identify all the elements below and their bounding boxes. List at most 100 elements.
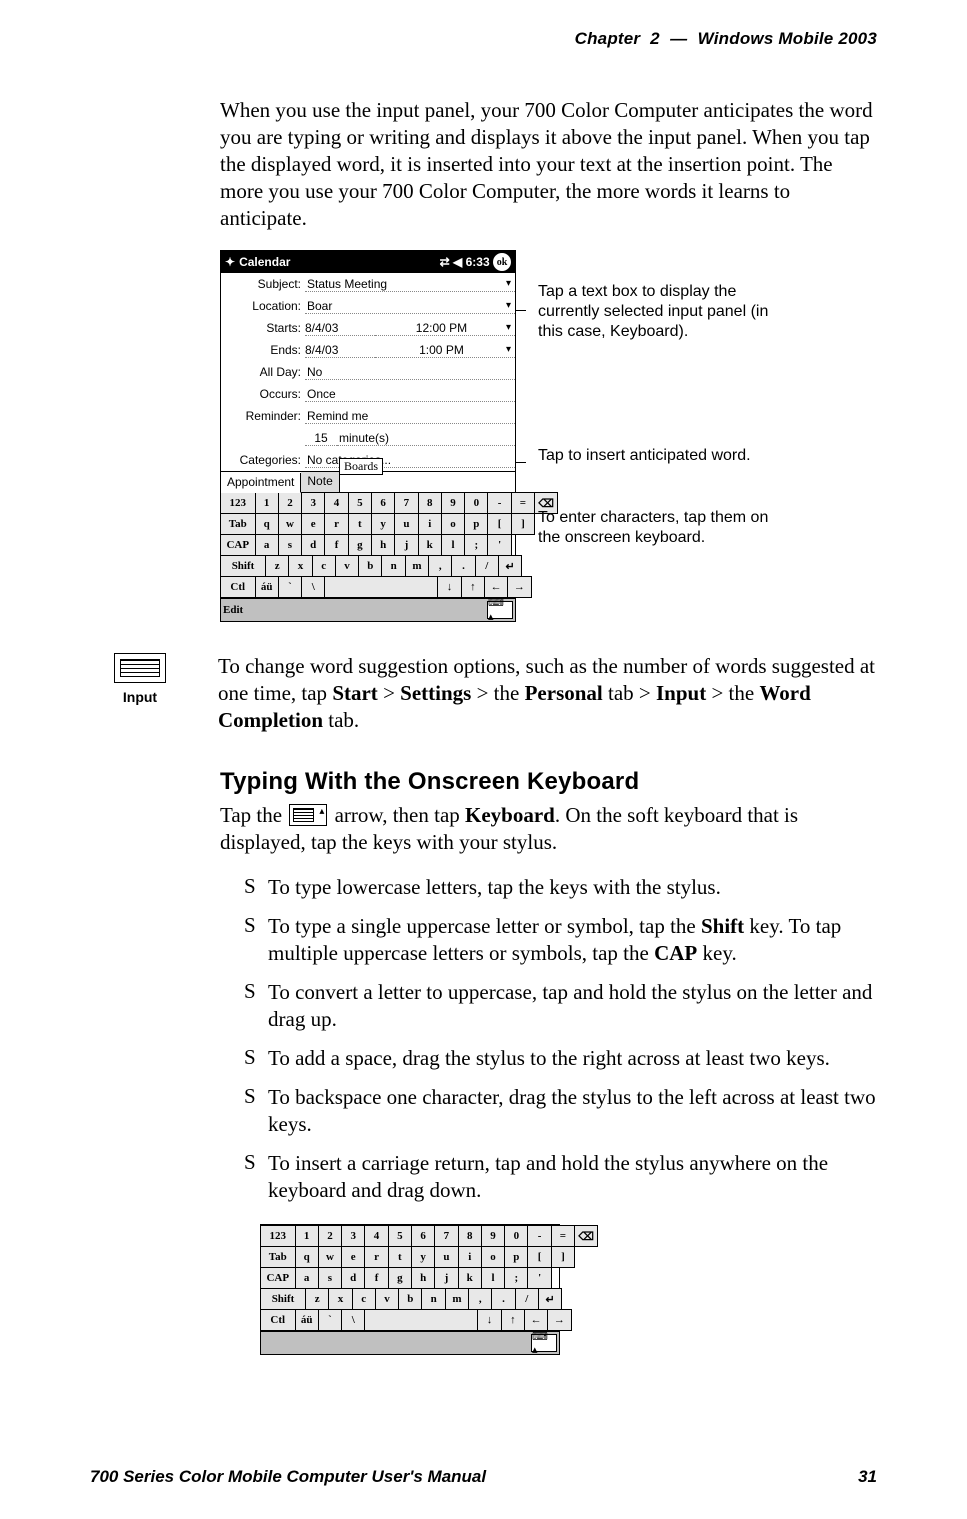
- key[interactable]: k: [458, 1267, 482, 1289]
- key[interactable]: ↓: [477, 1309, 501, 1331]
- speaker-icon[interactable]: ◀: [453, 255, 462, 269]
- key[interactable]: j: [434, 1267, 458, 1289]
- key[interactable]: q: [295, 1246, 319, 1268]
- key[interactable]: 2: [278, 492, 302, 514]
- key[interactable]: y: [371, 513, 395, 535]
- key[interactable]: h: [371, 534, 395, 556]
- key[interactable]: m: [405, 555, 429, 577]
- key[interactable]: i: [418, 513, 442, 535]
- key[interactable]: j: [394, 534, 418, 556]
- key[interactable]: e: [301, 513, 325, 535]
- key[interactable]: a: [255, 534, 279, 556]
- key[interactable]: \: [341, 1309, 365, 1331]
- key[interactable]: .: [491, 1288, 515, 1310]
- key[interactable]: Tab: [260, 1246, 296, 1268]
- key[interactable]: 3: [301, 492, 325, 514]
- key[interactable]: →: [547, 1309, 571, 1331]
- key[interactable]: y: [411, 1246, 435, 1268]
- key[interactable]: ,: [428, 555, 452, 577]
- key[interactable]: ': [527, 1267, 551, 1289]
- key[interactable]: Ctl: [260, 1309, 296, 1331]
- key[interactable]: l: [441, 534, 465, 556]
- key[interactable]: 7: [394, 492, 418, 514]
- key[interactable]: o: [441, 513, 465, 535]
- key[interactable]: 2: [318, 1225, 342, 1247]
- key[interactable]: x: [328, 1288, 352, 1310]
- key[interactable]: /: [515, 1288, 539, 1310]
- key[interactable]: z: [305, 1288, 329, 1310]
- key[interactable]: áü: [295, 1309, 319, 1331]
- key[interactable]: c: [352, 1288, 376, 1310]
- ends-date[interactable]: 8/4/03: [305, 343, 375, 358]
- key[interactable]: b: [398, 1288, 422, 1310]
- key[interactable]: u: [434, 1246, 458, 1268]
- key[interactable]: v: [335, 555, 359, 577]
- key[interactable]: áü: [255, 576, 279, 598]
- word-suggestion[interactable]: Boards: [339, 458, 383, 475]
- key[interactable]: p: [504, 1246, 528, 1268]
- key[interactable]: f: [364, 1267, 388, 1289]
- key[interactable]: 4: [324, 492, 348, 514]
- key[interactable]: b: [358, 555, 382, 577]
- key[interactable]: m: [445, 1288, 469, 1310]
- key[interactable]: ]: [511, 513, 535, 535]
- key[interactable]: 9: [441, 492, 465, 514]
- key[interactable]: Shift: [260, 1288, 306, 1310]
- key[interactable]: =: [551, 1225, 575, 1247]
- key[interactable]: CAP: [220, 534, 256, 556]
- key[interactable]: 3: [341, 1225, 365, 1247]
- starts-date[interactable]: 8/4/03: [305, 321, 375, 336]
- key[interactable]: ↓: [437, 576, 461, 598]
- key[interactable]: g: [388, 1267, 412, 1289]
- ends-time[interactable]: 1:00 PM: [375, 343, 515, 358]
- key[interactable]: ;: [504, 1267, 528, 1289]
- key[interactable]: s: [278, 534, 302, 556]
- onscreen-keyboard[interactable]: 1231234567890-=⌫Tabqwertyuiop[]CAPasdfgh…: [261, 1225, 559, 1354]
- key[interactable]: ⌫: [574, 1225, 598, 1247]
- key[interactable]: h: [411, 1267, 435, 1289]
- key[interactable]: .: [451, 555, 475, 577]
- ok-button[interactable]: ok: [493, 253, 511, 271]
- allday-field[interactable]: No: [305, 365, 515, 380]
- key[interactable]: 123: [220, 492, 256, 514]
- tab-appointment[interactable]: Appointment: [221, 473, 301, 493]
- key[interactable]: ]: [551, 1246, 575, 1268]
- key[interactable]: a: [295, 1267, 319, 1289]
- start-icon[interactable]: ✦: [225, 255, 235, 269]
- tab-note[interactable]: Note: [301, 472, 339, 492]
- key[interactable]: ↵: [498, 555, 522, 577]
- key[interactable]: Ctl: [220, 576, 256, 598]
- key[interactable]: n: [381, 555, 405, 577]
- key[interactable]: 5: [388, 1225, 412, 1247]
- key[interactable]: c: [312, 555, 336, 577]
- key[interactable]: g: [348, 534, 372, 556]
- key[interactable]: 1: [295, 1225, 319, 1247]
- key[interactable]: 5: [348, 492, 372, 514]
- key[interactable]: Shift: [220, 555, 266, 577]
- key[interactable]: 0: [504, 1225, 528, 1247]
- reminder-field[interactable]: Remind me: [305, 409, 515, 424]
- key[interactable]: ←: [484, 576, 508, 598]
- key[interactable]: f: [324, 534, 348, 556]
- key[interactable]: `: [318, 1309, 342, 1331]
- key[interactable]: 6: [411, 1225, 435, 1247]
- key[interactable]: `: [278, 576, 302, 598]
- key[interactable]: ↵: [538, 1288, 562, 1310]
- key[interactable]: [: [527, 1246, 551, 1268]
- subject-field[interactable]: Status Meeting: [305, 277, 515, 292]
- key[interactable]: v: [375, 1288, 399, 1310]
- key[interactable]: d: [341, 1267, 365, 1289]
- edit-menu[interactable]: Edit: [223, 604, 243, 616]
- key[interactable]: 0: [464, 492, 488, 514]
- key[interactable]: k: [418, 534, 442, 556]
- key[interactable]: t: [348, 513, 372, 535]
- sip-button[interactable]: ⌨ ▴: [531, 1334, 557, 1352]
- occurs-field[interactable]: Once: [305, 387, 515, 402]
- key[interactable]: 4: [364, 1225, 388, 1247]
- sip-button[interactable]: ⌨ ▴: [487, 601, 513, 619]
- key[interactable]: u: [394, 513, 418, 535]
- key[interactable]: d: [301, 534, 325, 556]
- key[interactable]: q: [255, 513, 279, 535]
- key[interactable]: x: [288, 555, 312, 577]
- key[interactable]: ←: [524, 1309, 548, 1331]
